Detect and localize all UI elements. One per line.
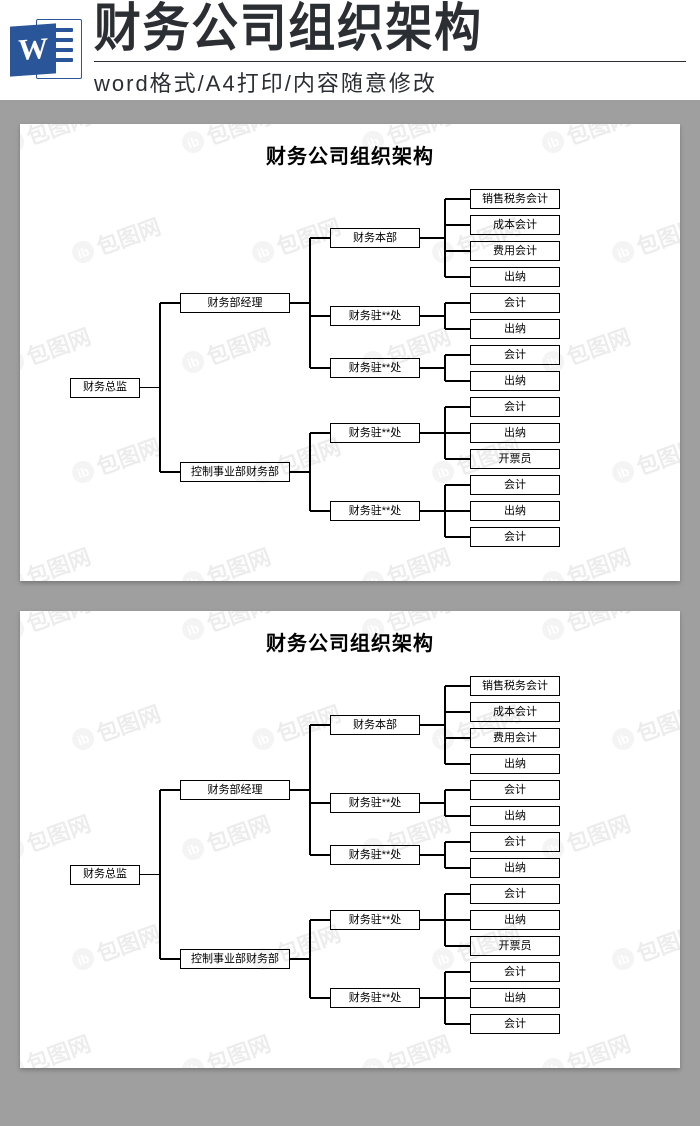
org-node: 出纳 (470, 754, 560, 774)
org-node: 会计 (470, 1014, 560, 1034)
header-texts: 财务公司组织架构 word格式/A4打印/内容随意修改 (94, 3, 686, 98)
org-node: 财务驻**处 (330, 988, 420, 1008)
org-node: 控制事业部财务部 (180, 949, 290, 969)
org-node: 财务驻**处 (330, 423, 420, 443)
org-node: 出纳 (470, 858, 560, 878)
org-node: 成本会计 (470, 215, 560, 235)
org-node: 财务部经理 (180, 780, 290, 800)
org-node: 费用会计 (470, 728, 560, 748)
org-node: 会计 (470, 397, 560, 417)
org-node: 会计 (470, 780, 560, 800)
org-node: 会计 (470, 832, 560, 852)
org-node: 会计 (470, 527, 560, 547)
org-node: 成本会计 (470, 702, 560, 722)
header: W 财务公司组织架构 word格式/A4打印/内容随意修改 (0, 0, 700, 100)
org-node: 财务驻**处 (330, 306, 420, 326)
chart-title: 财务公司组织架构 (20, 611, 680, 666)
word-icon-letter: W (10, 23, 56, 76)
word-icon: W (10, 11, 82, 89)
org-node: 财务总监 (70, 378, 140, 398)
org-node: 会计 (470, 293, 560, 313)
org-node: 出纳 (470, 267, 560, 287)
org-node: 财务驻**处 (330, 501, 420, 521)
document-preview-1: 财务公司组织架构 财务总监财务部经理财务本部销售税务会计成本会计费用会计出纳财务… (20, 124, 680, 581)
org-node: 财务驻**处 (330, 358, 420, 378)
org-node: 财务驻**处 (330, 845, 420, 865)
org-node: 销售税务会计 (470, 676, 560, 696)
org-node: 财务部经理 (180, 293, 290, 313)
org-node: 会计 (470, 475, 560, 495)
page-subtitle: word格式/A4打印/内容随意修改 (94, 61, 686, 98)
org-node: 会计 (470, 962, 560, 982)
page-title: 财务公司组织架构 (94, 3, 627, 55)
preview-canvas: 财务公司组织架构 财务总监财务部经理财务本部销售税务会计成本会计费用会计出纳财务… (0, 100, 700, 1126)
org-node: 控制事业部财务部 (180, 462, 290, 482)
org-chart: 财务总监财务部经理财务本部销售税务会计成本会计费用会计出纳财务驻**处会计出纳财… (20, 666, 680, 1050)
org-node: 出纳 (470, 371, 560, 391)
org-node: 财务总监 (70, 865, 140, 885)
org-node: 开票员 (470, 936, 560, 956)
org-node: 财务驻**处 (330, 910, 420, 930)
org-chart: 财务总监财务部经理财务本部销售税务会计成本会计费用会计出纳财务驻**处会计出纳财… (20, 179, 680, 563)
org-node: 财务驻**处 (330, 793, 420, 813)
page: W 财务公司组织架构 word格式/A4打印/内容随意修改 财务公司组织架构 财… (0, 0, 700, 1126)
org-node: 出纳 (470, 423, 560, 443)
org-node: 财务本部 (330, 715, 420, 735)
org-node: 会计 (470, 345, 560, 365)
org-node: 出纳 (470, 988, 560, 1008)
org-node: 出纳 (470, 806, 560, 826)
org-node: 出纳 (470, 319, 560, 339)
org-node: 开票员 (470, 449, 560, 469)
org-node: 销售税务会计 (470, 189, 560, 209)
document-preview-2: 财务公司组织架构 财务总监财务部经理财务本部销售税务会计成本会计费用会计出纳财务… (20, 611, 680, 1068)
org-node: 出纳 (470, 910, 560, 930)
chart-title: 财务公司组织架构 (20, 124, 680, 179)
org-node: 出纳 (470, 501, 560, 521)
org-node: 财务本部 (330, 228, 420, 248)
org-node: 费用会计 (470, 241, 560, 261)
org-node: 会计 (470, 884, 560, 904)
